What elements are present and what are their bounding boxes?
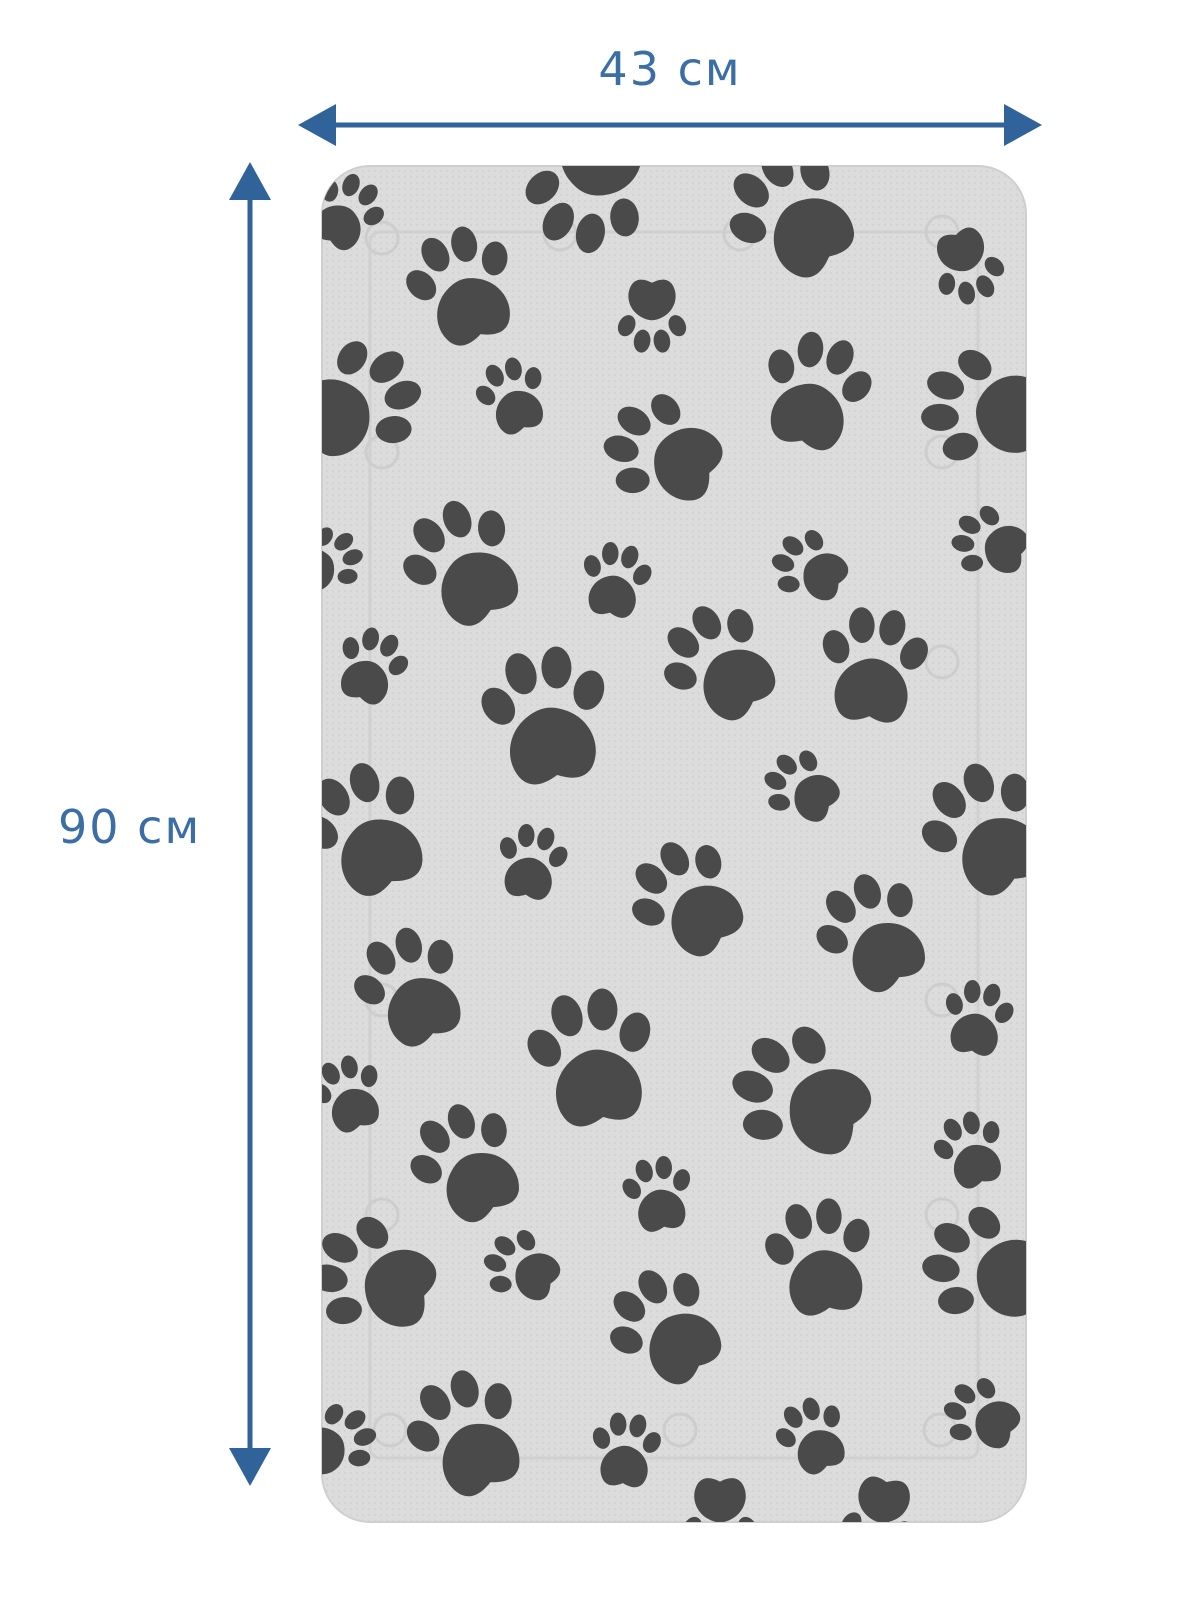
height-arrow-head-top (229, 162, 271, 200)
double-arrow-vertical-icon (229, 162, 271, 1486)
product-illustration (229, 104, 1042, 1523)
height-arrow-head-bottom (229, 1448, 271, 1486)
bath-mat (321, 165, 1027, 1523)
width-arrow-head-right (1004, 104, 1042, 146)
double-arrow-horizontal-icon (298, 104, 1042, 146)
width-arrow-head-left (298, 104, 336, 146)
